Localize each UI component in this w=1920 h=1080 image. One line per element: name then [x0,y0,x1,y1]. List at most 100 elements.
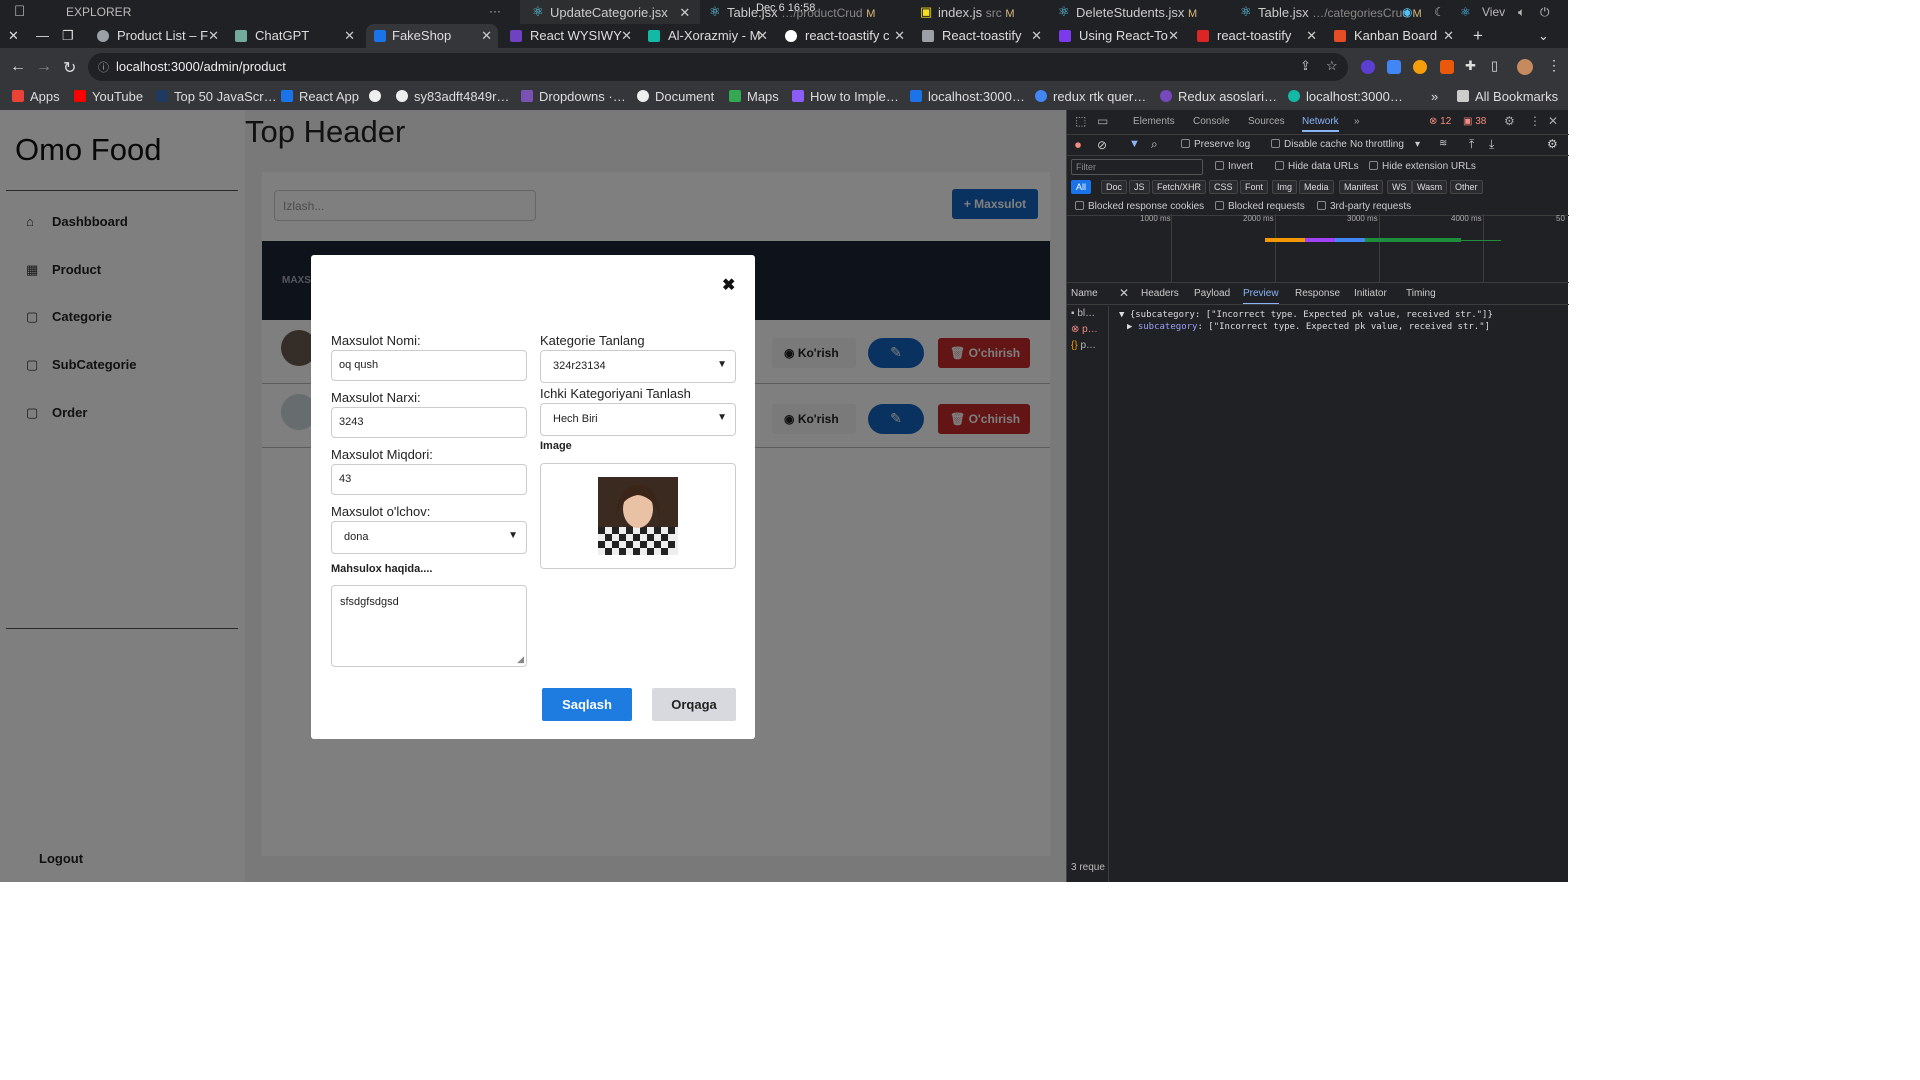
tab-close-icon[interactable]: ✕ [894,28,905,44]
tab-close-icon[interactable]: ✕ [621,28,632,44]
image-upload-box[interactable] [540,463,736,569]
bookmark-item[interactable]: localhost:3000… [910,89,1025,104]
close-details-icon[interactable]: ✕ [1119,286,1129,300]
extension-icon[interactable] [1361,60,1375,74]
browser-tab[interactable]: Al-Xorazmiy - M ✕ [648,24,768,48]
filter-chip-ws[interactable]: WS [1387,180,1412,194]
close-icon[interactable]: ✖ [722,275,735,295]
tab-timing[interactable]: Timing [1406,288,1436,299]
clear-icon[interactable]: ⊘ [1097,138,1107,152]
filter-chip-js[interactable]: JS [1129,180,1150,194]
device-toolbar-icon[interactable]: ▭ [1097,114,1108,128]
invert-checkbox[interactable]: Invert [1215,161,1253,172]
editor-tab[interactable]: ⚛ UpdateCategorie.jsx ✕ [520,0,701,24]
back-arrow-icon[interactable]: ← [10,58,26,76]
filter-chip-media[interactable]: Media [1299,180,1334,194]
record-icon[interactable]: ⏺ [1075,138,1081,153]
warning-count[interactable]: ▣ 38 [1463,116,1486,127]
extensions-puzzle-icon[interactable]: ✚ [1465,58,1476,74]
tab-network[interactable]: Network [1302,116,1339,132]
bookmark-item[interactable]: Top 50 JavaScr… [156,89,277,104]
new-tab-icon[interactable]: + [1473,26,1483,46]
close-icon[interactable]: ✕ [679,5,690,20]
window-close-icon[interactable]: ✕ [8,28,19,44]
share-icon[interactable]: ⇪ [1300,58,1311,74]
upload-icon[interactable]: ⤒ [1469,137,1474,152]
filter-input[interactable]: Filter [1071,159,1203,175]
window-minimize-icon[interactable]: — [36,28,49,43]
save-button[interactable]: Saqlash [542,688,632,721]
product-price-input[interactable]: 3243 [331,407,527,438]
window-restore-icon[interactable]: ❐ [62,28,74,44]
filter-chip-img[interactable]: Img [1272,180,1298,194]
bookmark-apps[interactable]: Apps [12,89,60,104]
extension-icon[interactable] [1413,60,1427,74]
bookmark-item[interactable] [369,89,387,104]
blocked-cookies-checkbox[interactable]: Blocked response cookies [1075,201,1204,212]
editor-tab[interactable]: ⚛ DeleteStudents.jsx M [1046,0,1207,24]
back-button[interactable]: Orqaga [652,688,736,721]
tab-payload[interactable]: Payload [1194,288,1230,299]
product-name-input[interactable]: oq qush [331,350,527,381]
bookmark-item[interactable]: React App [281,89,359,104]
blocked-requests-checkbox[interactable]: Blocked requests [1215,201,1305,212]
apple-menu-icon[interactable]:  [14,3,25,20]
all-bookmarks[interactable]: All Bookmarks [1457,89,1558,104]
subcategory-select[interactable]: Hech Biri ▼ [540,403,736,436]
disable-cache-checkbox[interactable]: Disable cache [1271,139,1347,150]
filter-chip-font[interactable]: Font [1240,180,1269,194]
bookmark-item[interactable]: Maps [729,89,779,104]
bookmark-item[interactable]: Dropdowns ·… [521,89,626,104]
tab-close-icon[interactable]: ✕ [1031,28,1042,44]
bookmark-item[interactable]: YouTube [74,89,143,104]
moon-icon[interactable]: ☾ [1434,5,1445,19]
filter-chip-wasm[interactable]: Wasm [1412,180,1448,194]
volume-icon[interactable]: 🔈︎ [1518,5,1525,20]
bookmark-star-icon[interactable]: ☆ [1326,58,1338,74]
tab-headers[interactable]: Headers [1141,288,1179,299]
request-row[interactable]: {} p… [1071,340,1096,351]
tab-close-icon[interactable]: ✕ [1306,28,1317,44]
hide-ext-urls-checkbox[interactable]: Hide extension URLs [1369,161,1476,172]
tab-search-chevron-icon[interactable]: ⌄ [1538,28,1549,44]
steam-icon[interactable]: ◉ [1402,5,1412,19]
editor-tab[interactable]: ▣ index.js src M [908,0,1025,24]
browser-tab[interactable]: React WYSIWY ✕ [510,24,632,48]
tab-close-icon[interactable]: ✕ [1168,28,1179,44]
bookmark-item[interactable]: localhost:3000… [1288,89,1403,104]
close-devtools-icon[interactable]: ✕ [1548,114,1558,128]
profile-avatar[interactable] [1517,59,1533,75]
extension-icon[interactable] [1387,60,1401,74]
filter-chip-css[interactable]: CSS [1209,180,1238,194]
more-tabs-icon[interactable]: » [1354,116,1360,127]
tab-close-icon[interactable]: ✕ [344,28,355,44]
tab-sources[interactable]: Sources [1248,116,1285,127]
request-row-error[interactable]: ⊗ p… [1071,324,1098,335]
kebab-menu-icon[interactable]: ⋮ [1547,57,1561,74]
throttling-select[interactable]: No throttling ▾ [1350,139,1420,150]
bookmark-item[interactable]: redux rtk quer… [1035,89,1146,104]
third-party-checkbox[interactable]: 3rd-party requests [1317,201,1411,212]
info-icon[interactable]: ⓘ [98,59,109,75]
browser-tab[interactable]: Using React-To ✕ [1059,24,1179,48]
download-icon[interactable]: ⤓ [1489,137,1494,152]
network-settings-icon[interactable]: ⚙ [1547,137,1558,151]
bookmark-item[interactable]: Document [637,89,714,104]
browser-tab-active[interactable]: FakeShop ✕ [366,24,498,48]
browser-tab[interactable]: Kanban Board ✕ [1334,24,1454,48]
kebab-menu-icon[interactable]: ⋮ [1529,114,1541,128]
tab-close-icon[interactable]: ✕ [481,28,492,44]
tab-response[interactable]: Response [1295,288,1340,299]
bookmark-item[interactable]: How to Imple… [792,89,899,104]
preview-line[interactable]: ▶ subcategory: ["Incorrect type. Expecte… [1127,322,1490,332]
tab-close-icon[interactable]: ✕ [757,28,768,44]
reload-icon[interactable]: ↻ [63,58,76,78]
filter-chip-all[interactable]: All [1071,180,1092,194]
browser-tab[interactable]: react-toastify ✕ [1197,24,1317,48]
product-description-textarea[interactable]: sfsdgfsdgsd ◢ [331,585,527,667]
tab-console[interactable]: Console [1193,116,1230,127]
address-bar[interactable]: ⓘ localhost:3000/admin/product ⇪ ☆ [88,53,1348,81]
filter-chip-other[interactable]: Other [1450,180,1483,194]
preserve-log-checkbox[interactable]: Preserve log [1181,139,1250,150]
forward-arrow-icon[interactable]: → [36,58,52,76]
